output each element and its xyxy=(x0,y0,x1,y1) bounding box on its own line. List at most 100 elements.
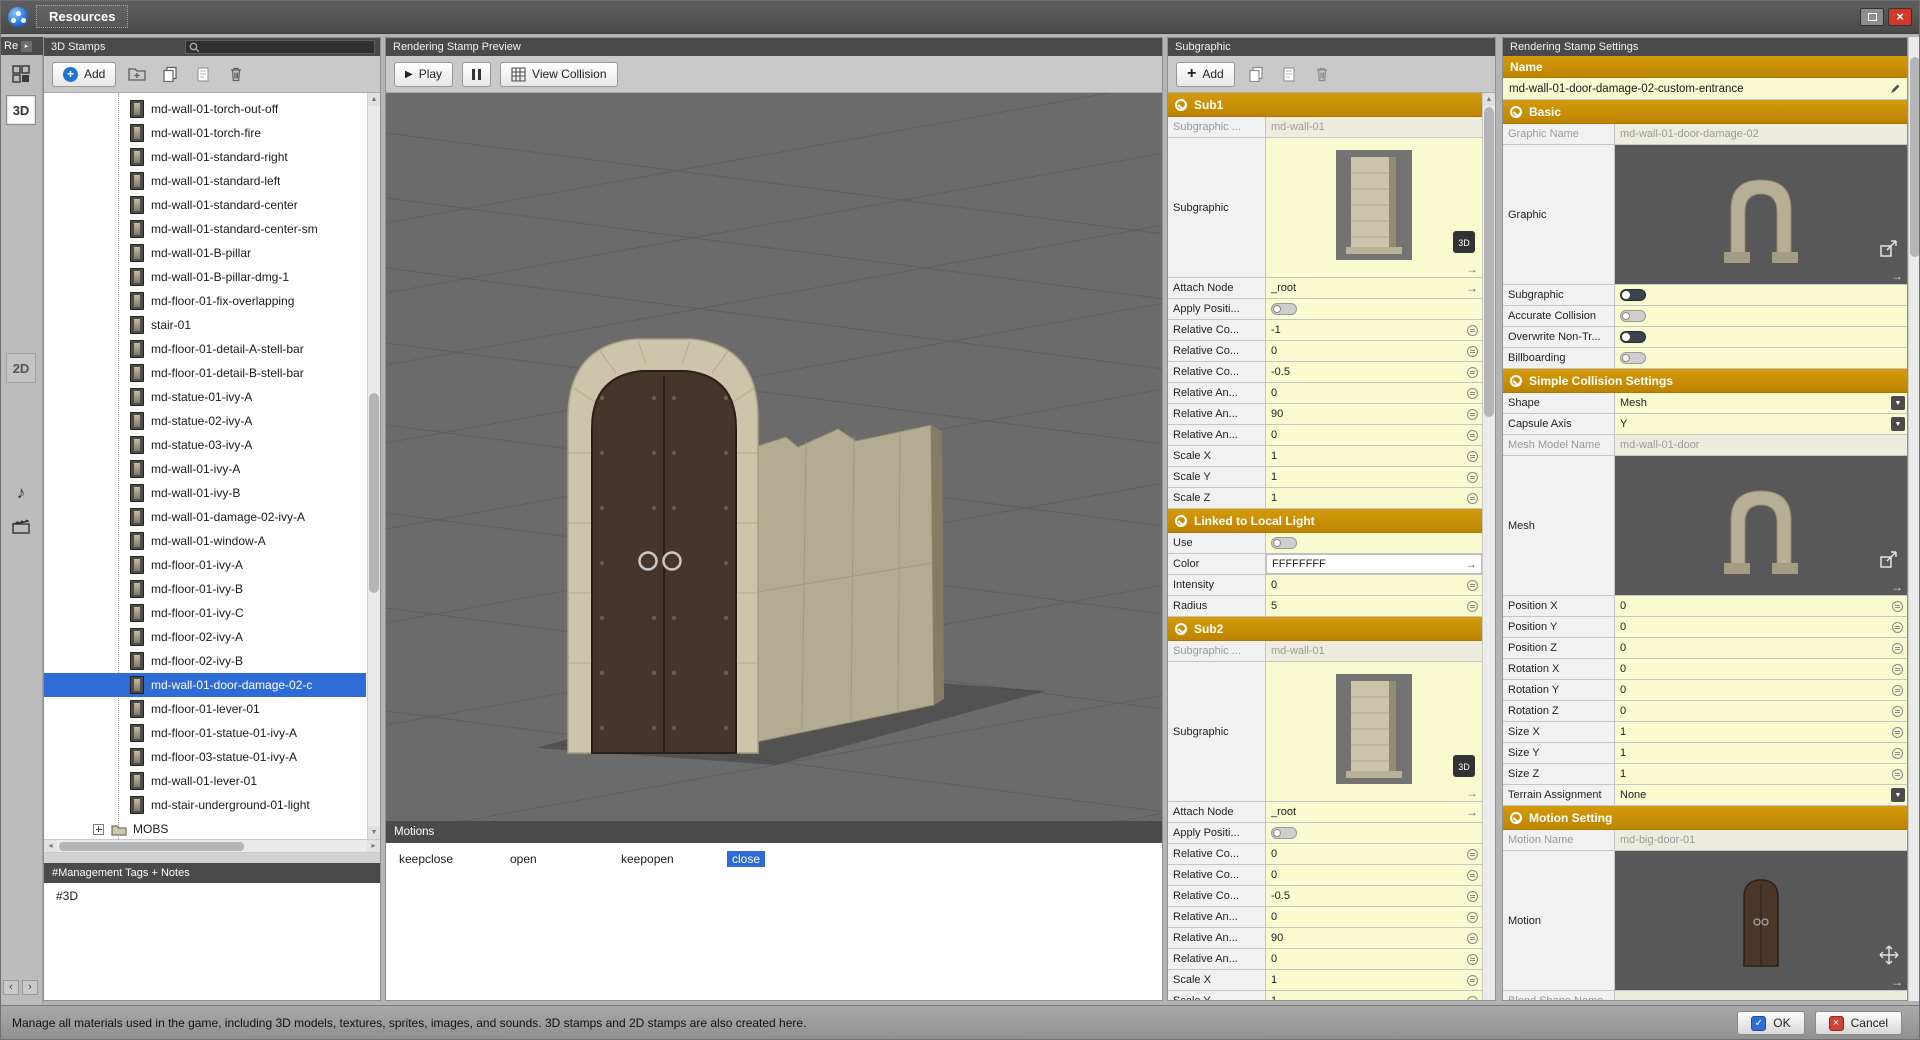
dropdown-icon[interactable]: ▼ xyxy=(1891,417,1905,431)
tree-item[interactable]: md-wall-01-damage-02-ivy-A xyxy=(44,505,366,529)
paste-button[interactable] xyxy=(191,62,215,86)
toggle-switch[interactable] xyxy=(1620,331,1646,343)
stepper-icon[interactable] xyxy=(1467,912,1478,923)
stepper-icon[interactable] xyxy=(1467,430,1478,441)
delete-button[interactable] xyxy=(224,62,248,86)
delete-button[interactable] xyxy=(1310,62,1334,86)
copy-button[interactable] xyxy=(158,62,182,86)
toggle-switch[interactable] xyxy=(1271,827,1297,839)
tree-item[interactable]: md-statue-02-ivy-A xyxy=(44,409,366,433)
stepper-icon[interactable] xyxy=(1467,870,1478,881)
tree-item[interactable]: md-floor-01-statue-01-ivy-A xyxy=(44,721,366,745)
edit-pencil-icon[interactable] xyxy=(1889,83,1901,95)
property-value[interactable]: 5 xyxy=(1266,596,1482,616)
property-value[interactable]: 0 xyxy=(1266,575,1482,595)
scroll-up-icon[interactable]: ▲ xyxy=(368,93,380,106)
stepper-icon[interactable] xyxy=(1467,367,1478,378)
property-value[interactable]: 0 xyxy=(1615,659,1907,679)
scrollbar-thumb[interactable] xyxy=(59,842,244,851)
property-value[interactable] xyxy=(1266,299,1482,319)
move-badge-icon[interactable] xyxy=(1878,944,1900,966)
arch-thumbnail[interactable] xyxy=(1701,465,1821,586)
open-detail-arrow-icon[interactable]: → xyxy=(1465,558,1477,570)
stepper-icon[interactable] xyxy=(1467,601,1478,612)
property-value[interactable]: 1 xyxy=(1266,467,1482,487)
property-value[interactable]: 0 xyxy=(1266,425,1482,445)
tree-item[interactable]: md-wall-01-standard-left xyxy=(44,169,366,193)
stamp-name-field[interactable]: md-wall-01-door-damage-02-custom-entranc… xyxy=(1503,78,1907,100)
paste-button[interactable] xyxy=(1277,62,1301,86)
tree-item[interactable]: md-wall-01-torch-out-off xyxy=(44,97,366,121)
tree-item[interactable]: md-floor-01-detail-A-stell-bar xyxy=(44,337,366,361)
property-value[interactable]: 0 xyxy=(1266,341,1482,361)
property-value[interactable]: 3D → xyxy=(1266,662,1482,801)
section-header[interactable]: Basic xyxy=(1503,100,1907,124)
property-value[interactable]: → xyxy=(1615,851,1907,990)
toggle-switch[interactable] xyxy=(1271,303,1297,315)
stepper-icon[interactable] xyxy=(1467,996,1478,1001)
section-header[interactable]: Sub2 xyxy=(1168,617,1482,641)
tree-horizontal-scrollbar[interactable]: ◂ ▸ xyxy=(44,839,380,853)
property-value[interactable] xyxy=(1615,306,1907,326)
pause-button[interactable] xyxy=(462,62,491,87)
property-value[interactable]: 0 xyxy=(1266,844,1482,864)
property-value[interactable]: 3D→ xyxy=(1266,138,1482,277)
property-value[interactable]: -1 xyxy=(1266,320,1482,340)
property-value[interactable]: 1 xyxy=(1615,722,1907,742)
dropdown-icon[interactable]: ▼ xyxy=(1891,396,1905,410)
property-value[interactable]: 0 xyxy=(1615,596,1907,616)
property-value[interactable]: 0 xyxy=(1615,617,1907,637)
wall-thumbnail[interactable] xyxy=(1329,147,1419,268)
arch-thumbnail[interactable] xyxy=(1701,154,1821,275)
toggle-switch[interactable] xyxy=(1620,310,1646,322)
motion-item[interactable]: keepopen xyxy=(616,852,727,866)
tree-folder-mobs[interactable]: MOBS xyxy=(44,817,366,839)
wall-thumbnail[interactable] xyxy=(1329,671,1419,792)
tree-item[interactable]: md-floor-02-ivy-A xyxy=(44,625,366,649)
stamp-tool-icon[interactable] xyxy=(6,59,36,89)
tree-item[interactable]: md-wall-01-standard-center xyxy=(44,193,366,217)
stepper-icon[interactable] xyxy=(1467,472,1478,483)
open-detail-arrow-icon[interactable]: → xyxy=(1466,282,1478,294)
property-value[interactable]: 0 xyxy=(1615,680,1907,700)
add-folder-button[interactable] xyxy=(125,62,149,86)
scrollbar-thumb[interactable] xyxy=(369,393,379,593)
tree-item[interactable]: md-floor-01-ivy-B xyxy=(44,577,366,601)
stepper-icon[interactable] xyxy=(1467,346,1478,357)
open-detail-arrow-icon[interactable]: → xyxy=(1466,262,1478,276)
property-value[interactable]: 0 xyxy=(1615,638,1907,658)
motion-item[interactable]: open xyxy=(505,852,616,866)
toggle-switch[interactable] xyxy=(1620,289,1646,301)
copy-button[interactable] xyxy=(1244,62,1268,86)
stepper-icon[interactable] xyxy=(1467,933,1478,944)
resources-collapsed-tab[interactable]: Re ▸ xyxy=(0,37,43,55)
stepper-icon[interactable] xyxy=(1467,409,1478,420)
property-value[interactable]: 1 xyxy=(1266,446,1482,466)
motion-item[interactable]: close xyxy=(727,852,838,866)
tree-item[interactable]: md-wall-01-torch-fire xyxy=(44,121,366,145)
stepper-icon[interactable] xyxy=(1892,664,1903,675)
restore-button[interactable] xyxy=(1860,8,1884,26)
property-value[interactable]: 1 xyxy=(1615,764,1907,784)
tree-item[interactable]: md-wall-01-window-A xyxy=(44,529,366,553)
scrollbar-thumb[interactable] xyxy=(1484,107,1494,417)
stepper-icon[interactable] xyxy=(1892,748,1903,759)
open-detail-arrow-icon[interactable]: → xyxy=(1891,580,1903,594)
3d-badge-icon[interactable]: 3D xyxy=(1453,755,1475,777)
property-value[interactable]: 0 xyxy=(1266,949,1482,969)
tab-3d-stamps[interactable]: 3D xyxy=(6,95,36,125)
property-value[interactable]: -0.5 xyxy=(1266,886,1482,906)
expand-icon[interactable] xyxy=(93,824,104,835)
tree-item[interactable]: md-floor-03-statue-01-ivy-A xyxy=(44,745,366,769)
tree-item[interactable]: md-wall-01-ivy-B xyxy=(44,481,366,505)
tree-item[interactable]: md-wall-01-B-pillar-dmg-1 xyxy=(44,265,366,289)
scrollbar-thumb[interactable] xyxy=(1910,57,1920,257)
open-detail-arrow-icon[interactable]: → xyxy=(1466,786,1478,800)
scroll-left-icon[interactable]: ‹ xyxy=(3,980,19,995)
property-value[interactable]: → xyxy=(1615,456,1907,595)
tree-item[interactable]: md-wall-01-ivy-A xyxy=(44,457,366,481)
settings-scrollbar[interactable] xyxy=(1908,37,1920,1001)
scroll-right-icon[interactable]: ▸ xyxy=(367,840,380,852)
tab-2d-stamps[interactable]: 2D xyxy=(6,353,36,383)
tree-item[interactable]: md-stair-underground-01-light xyxy=(44,793,366,817)
